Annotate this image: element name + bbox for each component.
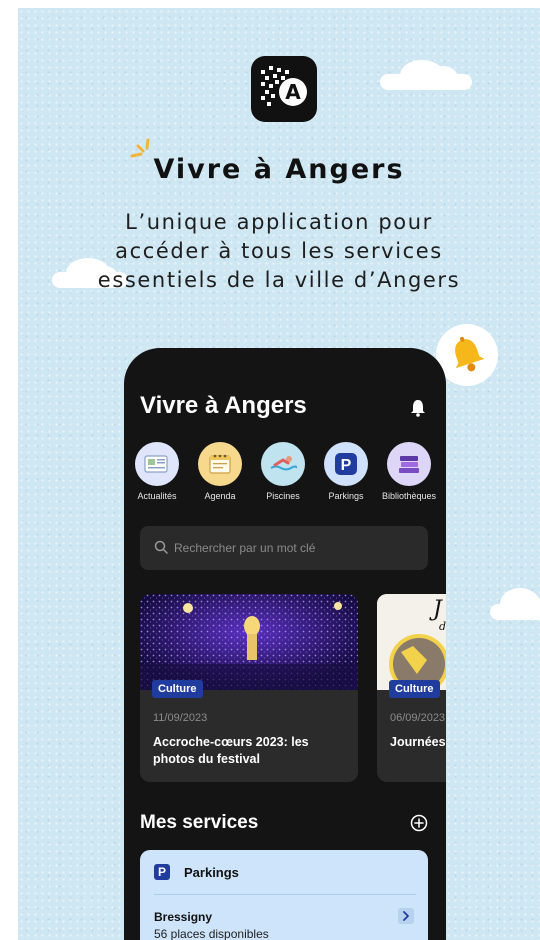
plus-circle-icon[interactable] bbox=[410, 814, 428, 832]
promo-tagline: L’unique application pour accéder à tous… bbox=[97, 210, 461, 292]
divider bbox=[154, 894, 416, 895]
news-card[interactable]: Culture 11/09/2023 Accroche-cœurs 2023: … bbox=[140, 594, 358, 782]
app-title: Vivre à Angers bbox=[140, 392, 307, 419]
cloud-decoration bbox=[490, 588, 540, 620]
bell-icon[interactable] bbox=[410, 399, 426, 417]
promo-poster: A Vivre à Angers L’unique application po… bbox=[18, 8, 540, 940]
shortcut-bibliotheques[interactable]: Bibliothèques bbox=[379, 442, 439, 501]
promo-headline: Vivre à Angers bbox=[153, 154, 405, 185]
parking-icon: P bbox=[154, 864, 170, 880]
news-photo-patrimoine: J d bbox=[377, 594, 446, 690]
shortcut-actualites[interactable]: Actualités bbox=[127, 442, 187, 501]
svg-text:P: P bbox=[341, 457, 352, 474]
parking-availability: 56 places disponibles bbox=[154, 927, 269, 940]
books-icon bbox=[387, 442, 431, 486]
news-date: 11/09/2023 bbox=[153, 712, 208, 724]
news-title: Accroche-cœurs 2023: les photos du festi… bbox=[153, 735, 309, 766]
search-input[interactable] bbox=[174, 526, 414, 570]
parking-lot-name: Bressigny bbox=[154, 910, 213, 924]
phone-mockup: Vivre à Angers Actualités Agenda Piscine… bbox=[124, 348, 446, 940]
cloud-decoration bbox=[380, 60, 472, 90]
category-badge: Culture bbox=[389, 680, 440, 698]
bell-icon bbox=[455, 336, 485, 372]
parking-icon: P bbox=[324, 442, 368, 486]
news-photo-festival bbox=[140, 594, 358, 690]
category-badge: Culture bbox=[152, 680, 203, 698]
shortcut-label: Parkings bbox=[328, 491, 364, 501]
news-card[interactable]: J d Culture 06/09/2023 Journées du patri… bbox=[377, 594, 446, 782]
chevron-right-icon[interactable] bbox=[398, 908, 414, 924]
shortcut-label: Actualités bbox=[137, 491, 177, 501]
shortcut-label: Bibliothèques bbox=[381, 491, 437, 501]
logo-letter: A bbox=[279, 78, 307, 106]
service-card-parkings[interactable]: P Parkings Bressigny 56 places disponibl… bbox=[140, 850, 428, 940]
news-title: Journées du patrimoine bbox=[390, 735, 446, 749]
shortcut-label: Agenda bbox=[204, 491, 236, 501]
swimmer-icon bbox=[261, 442, 305, 486]
shortcut-piscines[interactable]: Piscines bbox=[253, 442, 313, 501]
search-icon bbox=[154, 540, 168, 554]
notepad-icon bbox=[198, 442, 242, 486]
shortcut-label: Piscines bbox=[266, 491, 300, 501]
newspaper-icon bbox=[135, 442, 179, 486]
shortcut-agenda[interactable]: Agenda bbox=[190, 442, 250, 501]
search-bar[interactable] bbox=[140, 526, 428, 570]
shortcut-parkings[interactable]: P Parkings bbox=[316, 442, 376, 501]
news-date: 06/09/2023 bbox=[390, 712, 446, 724]
app-logo: A bbox=[251, 56, 317, 122]
svg-text:d: d bbox=[439, 620, 446, 633]
service-name: Parkings bbox=[184, 865, 239, 880]
services-heading: Mes services bbox=[140, 812, 259, 833]
